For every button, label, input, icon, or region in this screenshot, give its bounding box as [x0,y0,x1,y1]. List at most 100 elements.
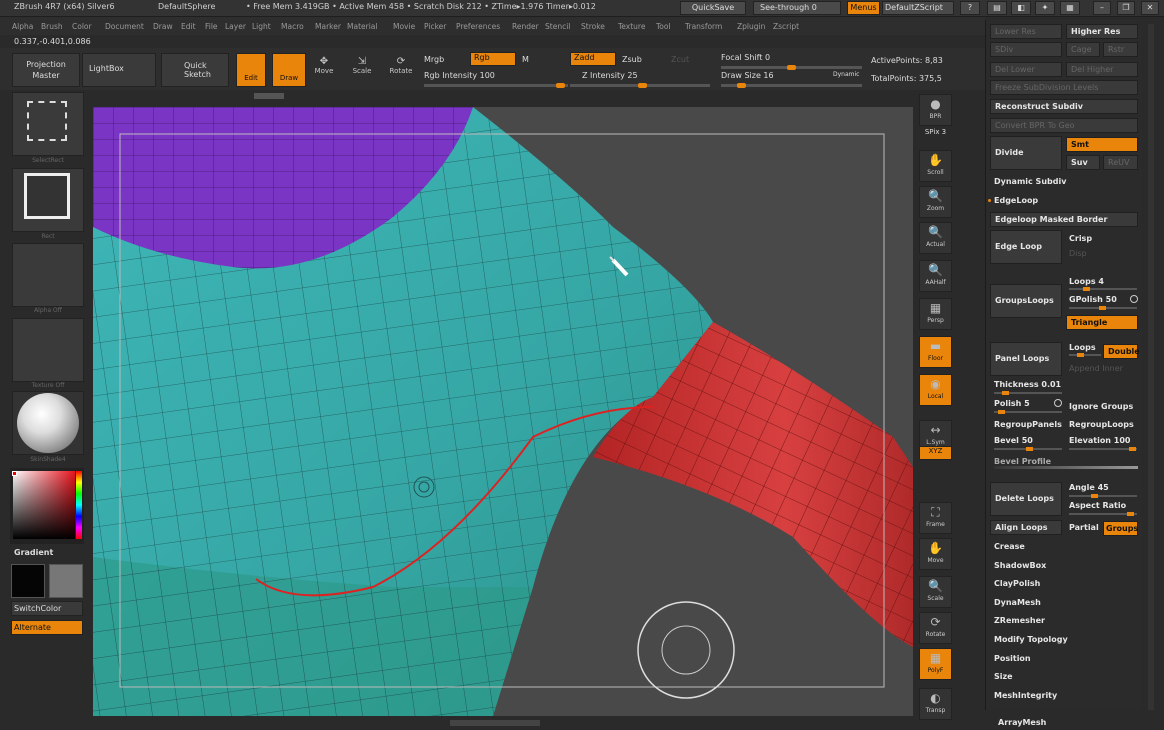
floor-button[interactable]: ▬ Floor [919,336,952,368]
panel-scrollbar[interactable] [1148,24,1154,710]
rotate-button[interactable]: ⟳ Rotate [388,56,414,86]
lightbox-button[interactable]: LightBox [82,53,156,87]
scroll-button[interactable]: ✋ Scroll [919,150,952,182]
menu-transform[interactable]: Transform [685,22,722,31]
polyf-button[interactable]: ▦ PolyF [919,648,952,680]
bevel-slider[interactable]: Bevel 50 [994,436,1033,445]
menu-zplugin[interactable]: Zplugin [737,22,765,31]
scale-button[interactable]: ⇲ Scale [350,56,374,86]
zremesher-header[interactable]: ZRemesher [994,616,1045,625]
groups-toggle[interactable]: Groups [1103,521,1138,536]
menu-movie[interactable]: Movie [393,22,415,31]
ui-icon[interactable]: ◧ [1011,1,1031,15]
secondary-color-swatch[interactable] [49,564,83,598]
scale-button[interactable]: 🔍 Scale [919,576,952,608]
rgb-toggle[interactable]: Rgb [470,52,516,66]
menu-brush[interactable]: Brush [41,22,63,31]
suv-toggle[interactable]: Suv [1066,155,1100,170]
default-zscript-button[interactable]: DefaultZScript [882,1,954,15]
zcut-toggle[interactable]: Zcut [671,55,689,64]
aspect-ratio-track[interactable] [1069,512,1137,516]
menu-light[interactable]: Light [252,22,271,31]
align-loops-button[interactable]: Align Loops [990,520,1062,535]
menu-layer[interactable]: Layer [225,22,246,31]
local-button[interactable]: ◉ Local [919,374,952,406]
groupsloops-button[interactable]: GroupsLoops [990,284,1062,318]
polish-track[interactable] [994,410,1062,414]
panel-loops-button[interactable]: Panel Loops [990,342,1062,376]
frame-button[interactable]: ⛶ Frame [919,502,952,534]
modify-topology-header[interactable]: Modify Topology [994,635,1068,644]
arraymesh-header[interactable]: ArrayMesh [998,718,1046,727]
quicksave-button[interactable]: QuickSave [680,1,746,15]
quick-sketch-button[interactable]: Quick Sketch [161,53,229,87]
menu-preferences[interactable]: Preferences [456,22,500,31]
alpha-button[interactable] [12,243,84,307]
elevation-slider[interactable]: Elevation 100 [1069,436,1131,445]
double-toggle[interactable]: Double [1103,344,1140,359]
menu-document[interactable]: Document [105,22,144,31]
move-button[interactable]: ✥ Move [312,56,336,86]
rstr-button[interactable]: Rstr [1103,42,1138,57]
edgeloop-masked-border-button[interactable]: Edgeloop Masked Border [990,212,1138,227]
bottom-grip[interactable] [450,720,540,726]
higher-res-button[interactable]: Higher Res [1066,24,1138,39]
gear-icon[interactable]: ✦ [1035,1,1055,15]
stroke-rect-button[interactable] [12,168,84,232]
zoom-button[interactable]: 🔍 Zoom [919,186,952,218]
size-header[interactable]: Size [994,672,1013,681]
canvas-viewport[interactable] [93,107,913,716]
color-picker[interactable] [10,468,84,544]
triangle-toggle[interactable]: Triangle [1066,315,1138,330]
close-icon[interactable]: ✕ [1141,1,1159,15]
menus-button[interactable]: Menus [847,1,880,15]
menu-render[interactable]: Render [512,22,539,31]
menu-draw[interactable]: Draw [153,22,173,31]
bevel-profile-preview[interactable] [994,466,1138,469]
menu-texture[interactable]: Texture [618,22,645,31]
dynamic-subdiv-header[interactable]: Dynamic Subdiv [994,177,1066,186]
convert-bpr-button[interactable]: Convert BPR To Geo [990,118,1138,133]
menu-stencil[interactable]: Stencil [545,22,570,31]
menu-macro[interactable]: Macro [281,22,304,31]
see-through-slider[interactable]: See-through 0 [753,1,841,15]
reuv-toggle[interactable]: ReUV [1103,155,1138,170]
transp-button[interactable]: ◐ Transp [919,688,952,720]
menu-stroke[interactable]: Stroke [581,22,605,31]
spix-button[interactable]: SPix 3 [919,128,952,144]
bpr-button[interactable]: ● BPR [919,94,952,126]
angle-slider[interactable]: Angle 45 [1069,483,1109,492]
palette-icon[interactable]: ▦ [1060,1,1080,15]
menu-edit[interactable]: Edit [181,22,196,31]
partial-toggle[interactable]: Partial [1069,523,1099,532]
m-toggle[interactable]: M [522,55,529,64]
regroup-panels-toggle[interactable]: RegroupPanels [994,420,1062,429]
edit-button[interactable]: Edit [236,53,266,87]
edgeloop-header[interactable]: EdgeLoop [994,196,1038,205]
select-rect-brush[interactable] [12,92,84,156]
polish-circle-icon[interactable] [1054,399,1062,407]
alternate-button[interactable]: Alternate [11,620,83,635]
menu-picker[interactable]: Picker [424,22,446,31]
mrgb-toggle[interactable]: Mrgb [424,55,444,64]
thickness-track[interactable] [994,391,1062,395]
thickness-slider[interactable]: Thickness 0.01 [994,380,1061,389]
texture-button[interactable] [12,318,84,382]
bevel-track[interactable] [994,447,1062,451]
draw-button[interactable]: Draw [272,53,306,87]
focal-shift-slider[interactable] [721,65,862,70]
loops-track[interactable] [1069,287,1137,291]
minimize-icon[interactable]: – [1093,1,1111,15]
position-header[interactable]: Position [994,654,1031,663]
rotate-button[interactable]: ⟳ Rotate [919,612,952,644]
menu-zscript[interactable]: Zscript [773,22,799,31]
gpolish-circle-icon[interactable] [1130,295,1138,303]
edge-loop-button[interactable]: Edge Loop [990,230,1062,264]
meshintegrity-header[interactable]: MeshIntegrity [994,691,1057,700]
main-color-swatch[interactable] [11,564,45,598]
gradient-label[interactable]: Gradient [14,548,53,557]
model-render[interactable] [93,107,913,716]
dynamesh-header[interactable]: DynaMesh [994,598,1041,607]
loops-label[interactable]: Loops [1069,343,1096,352]
menu-file[interactable]: File [205,22,218,31]
